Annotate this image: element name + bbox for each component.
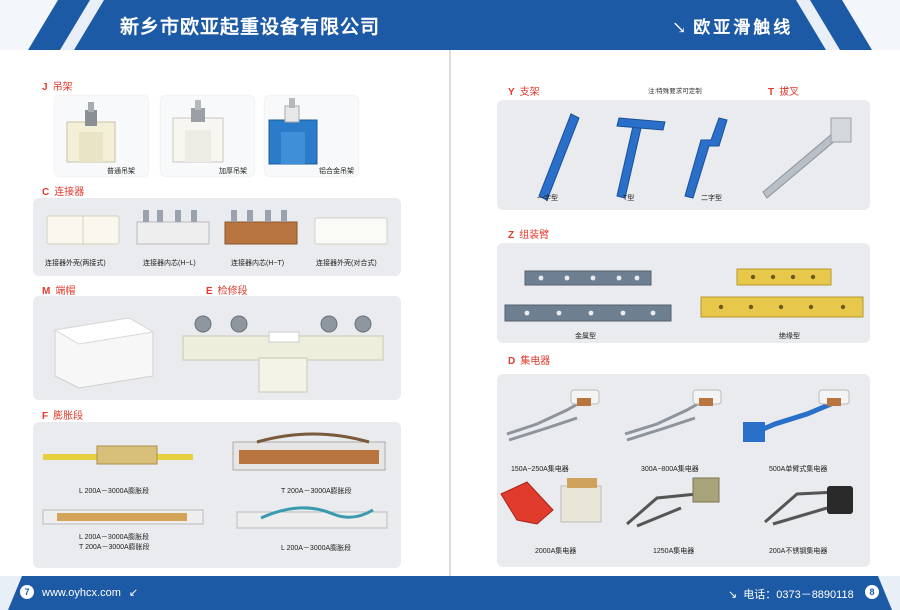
product-card-thick-hanger: 加厚吊架 — [161, 96, 254, 176]
section-title-d: D 集电器 — [508, 352, 550, 367]
hanger-image — [172, 100, 224, 163]
product-caption: 连接器外壳(两接式) — [45, 260, 106, 267]
endcap-service-images — [53, 315, 384, 393]
phone-text: ↘ 电话：0373－8890118 — [728, 586, 854, 602]
product-caption: 一字型 — [537, 195, 558, 202]
section-letter: Z — [508, 230, 515, 241]
collector-panel: 150A−250A集电器 300A−800A集电器 500A单臂式集电器 200… — [497, 374, 870, 567]
product-caption: T 200A－3000A膨胀段 — [281, 488, 352, 495]
section-letter: C — [42, 187, 50, 198]
product-caption: 200A不锈钢集电器 — [769, 548, 828, 555]
section-title-z: Z 组装臂 — [508, 226, 549, 241]
hanger-image — [268, 98, 318, 165]
connector-images — [46, 210, 388, 245]
website-text: www.oyhcx.com ↙ — [42, 586, 138, 599]
product-card-normal-hanger: 普通吊架 — [55, 96, 148, 176]
product-line-text: 欧亚滑触线 — [693, 18, 794, 38]
arm-panel: 金属型 绝缘型 — [497, 243, 870, 343]
product-caption: 连接器内芯(H−L) — [143, 260, 196, 267]
connector-panel: 连接器外壳(两接式) 连接器内芯(H−L) 连接器内芯(H−T) 连接器外壳(对… — [33, 198, 401, 276]
arrow-icon: ↙ — [128, 587, 139, 599]
section-title-t: T 拔叉 — [768, 83, 799, 98]
section-name: 支架 — [519, 87, 540, 98]
product-caption: 300A−800A集电器 — [641, 466, 699, 473]
product-caption: L 200A－3000A膨胀段 — [79, 534, 150, 541]
section-name: 拔叉 — [779, 87, 800, 98]
header-band: 新乡市欧亚起重设备有限公司 ↘ 欧亚滑触线 — [0, 0, 900, 50]
product-caption: 连接器内芯(H−T) — [231, 260, 285, 267]
arm-images — [504, 268, 864, 322]
product-caption: 1250A集电器 — [653, 548, 695, 555]
product-caption: 金属型 — [575, 333, 596, 340]
section-name: 连接器 — [54, 187, 85, 198]
section-title-j: J 吊架 — [42, 78, 73, 93]
hanger-image — [66, 102, 116, 163]
arrow-icon: ↘ — [728, 589, 738, 601]
section-title-m: M 端帽 — [42, 282, 75, 297]
section-title-y: Y 支架 — [508, 83, 540, 98]
product-card-aluminum-hanger: 铝合金吊架 — [265, 96, 358, 176]
product-caption: 150A−250A集电器 — [511, 466, 569, 473]
section-name: 吊架 — [52, 82, 73, 93]
footer-band: 7 www.oyhcx.com ↙ ↘ 电话：0373－8890118 8 — [0, 576, 900, 610]
product-caption: L 200A－3000A膨胀段 — [79, 488, 150, 495]
section-letter: Y — [508, 87, 515, 98]
section-letter: T — [768, 87, 775, 98]
section-letter: F — [42, 411, 49, 422]
bracket-panel: 一字型 T型 二字型 — [497, 100, 870, 210]
section-letter: J — [42, 82, 48, 93]
product-caption: 500A单臂式集电器 — [769, 466, 828, 473]
section-title-c: C 连接器 — [42, 183, 84, 198]
endcap-service-panel — [33, 296, 401, 400]
product-caption: 绝缘型 — [779, 333, 800, 340]
page-number-left: 7 — [20, 585, 34, 599]
page-number-right: 8 — [865, 585, 879, 599]
custom-note: 注:特殊要求可定制 — [648, 88, 702, 95]
product-caption: 2000A集电器 — [535, 548, 577, 555]
expansion-panel: L 200A－3000A膨胀段 T 200A－3000A膨胀段 L 200A－3… — [33, 422, 401, 568]
section-name: 组装臂 — [519, 230, 550, 241]
product-caption: 二字型 — [701, 195, 722, 202]
company-name: 新乡市欧亚起重设备有限公司 — [120, 16, 381, 38]
product-caption: 铝合金吊架 — [319, 168, 354, 175]
section-name: 膨胀段 — [53, 411, 84, 422]
page-spine — [449, 50, 451, 576]
arrow-icon: ↘ — [672, 18, 690, 38]
website-url: www.oyhcx.com — [42, 587, 121, 599]
section-name: 集电器 — [520, 356, 551, 367]
phone-number: 电话：0373－8890118 — [743, 589, 854, 601]
product-line-title: ↘ 欧亚滑触线 — [672, 13, 793, 38]
section-letter: D — [508, 356, 516, 367]
product-caption: 加厚吊架 — [219, 168, 247, 175]
product-caption: 连接器外壳(对合式) — [316, 260, 377, 267]
product-caption: L 200A－3000A膨胀段 — [281, 545, 352, 552]
section-title-f: F 膨胀段 — [42, 407, 83, 422]
section-title-e: E 检修段 — [206, 282, 248, 297]
product-caption: T 200A－3000A膨胀段 — [79, 544, 150, 551]
product-caption: 普通吊架 — [107, 168, 135, 175]
product-caption: T型 — [623, 195, 635, 202]
